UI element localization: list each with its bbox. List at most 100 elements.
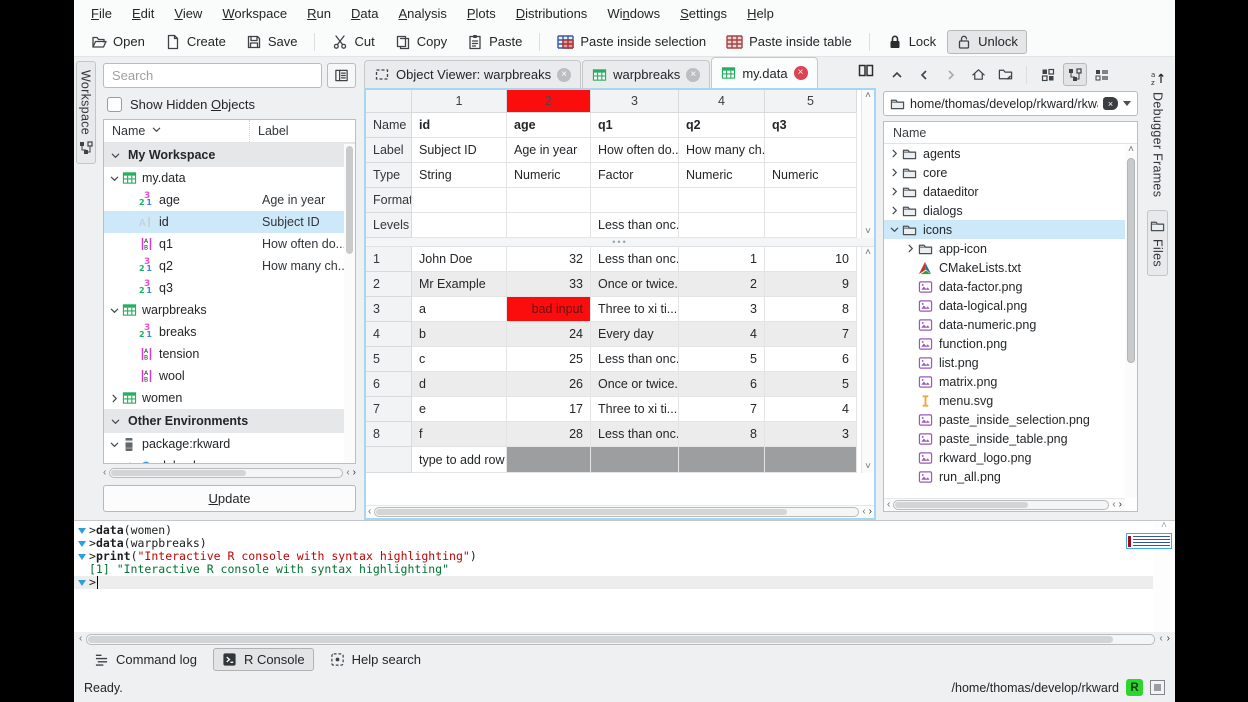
console-hscrollbar[interactable]: ‹ ‹ › — [74, 632, 1175, 646]
document-tab-object-viewer-warpbreaks[interactable]: Object Viewer: warpbreaks× — [364, 60, 581, 88]
row-header-1[interactable]: 1 — [366, 247, 412, 272]
file-item-run_all.png[interactable]: run_all.png — [884, 467, 1137, 486]
view-grid-button[interactable] — [1036, 63, 1060, 86]
file-item-app-icon[interactable]: app-icon — [884, 239, 1137, 258]
toolbar-cut-button[interactable]: Cut — [323, 30, 383, 54]
meta-cell[interactable]: q2 — [679, 113, 765, 138]
data-cell[interactable]: 28 — [507, 422, 591, 447]
scroll-left-icon[interactable]: ‹ — [79, 634, 82, 644]
meta-cell[interactable] — [765, 138, 857, 163]
data-cell[interactable]: 3 — [765, 422, 857, 447]
expander-chevron-right-icon[interactable] — [888, 186, 900, 197]
workspace-hscrollbar[interactable]: ‹ ‹ › — [103, 467, 356, 479]
tree-item-breaks[interactable]: 231breaks — [104, 321, 355, 343]
data-cell[interactable]: Once or twice... — [591, 272, 679, 297]
meta-cell[interactable]: String — [412, 163, 507, 188]
row-header-6[interactable]: 6 — [366, 372, 412, 397]
data-cell[interactable]: Less than onc... — [591, 347, 679, 372]
dock-tab-debugger-frames[interactable]: azDebugger Frames — [1147, 61, 1169, 206]
scroll-left-icon[interactable]: ‹ — [1159, 634, 1162, 644]
path-combobox[interactable]: home/thomas/develop/rkward/rkward/× — [883, 91, 1138, 116]
scroll-left-icon[interactable]: ‹ — [103, 468, 106, 478]
file-item-function.png[interactable]: function.png — [884, 334, 1137, 353]
data-cell[interactable]: 26 — [507, 372, 591, 397]
scroll-up-icon[interactable]: ˄ — [865, 91, 871, 101]
files-hscrollbar[interactable]: ‹ ‹ › — [884, 498, 1125, 511]
data-cell[interactable]: 24 — [507, 322, 591, 347]
dock-tab-files[interactable]: Files — [1147, 210, 1168, 276]
data-cell[interactable]: Three to xi ti... — [591, 397, 679, 422]
view-tree-button[interactable] — [1063, 63, 1087, 86]
meta-row-header-levels[interactable]: Levels — [366, 213, 412, 238]
chevron-down-icon[interactable] — [1123, 101, 1131, 106]
menu-distributions[interactable]: Distributions — [507, 3, 597, 24]
close-tab-icon[interactable]: × — [794, 66, 808, 80]
expander-chevron-right-icon[interactable] — [108, 393, 120, 404]
expander-chevron-right-icon[interactable] — [888, 148, 900, 159]
toolbar-unlock-button[interactable]: Unlock — [947, 30, 1027, 54]
scroll-up-icon[interactable]: ˄ — [1128, 145, 1134, 155]
update-button[interactable]: Update — [103, 485, 356, 512]
expander-chevron-right-icon[interactable] — [904, 243, 916, 254]
data-cell[interactable]: 1 — [679, 247, 765, 272]
toolbar-copy-button[interactable]: Copy — [386, 30, 456, 54]
meta-cell[interactable] — [507, 188, 591, 213]
scroll-down-icon[interactable]: ˅ — [865, 227, 871, 237]
data-cell[interactable]: 7 — [679, 397, 765, 422]
data-cell[interactable]: 32 — [507, 247, 591, 272]
split-icon[interactable] — [858, 63, 874, 78]
file-item-core[interactable]: core — [884, 163, 1137, 182]
data-cell[interactable]: 25 — [507, 347, 591, 372]
expander-chevron-down-icon[interactable] — [108, 305, 120, 316]
show-hidden-checkbox[interactable] — [107, 97, 122, 112]
file-item-data-factor.png[interactable]: data-factor.png — [884, 277, 1137, 296]
data-cell[interactable]: 8 — [765, 297, 857, 322]
tree-item-age[interactable]: 231ageAge in year — [104, 189, 355, 211]
scrollbar-thumb[interactable] — [376, 509, 787, 515]
data-cell[interactable]: a — [412, 297, 507, 322]
tree-item-rk.backups[interactable]: rk.backups — [104, 455, 355, 463]
meta-cell[interactable] — [679, 188, 765, 213]
workspace-vscrollbar[interactable] — [344, 144, 355, 463]
tree-section-my-workspace[interactable]: My Workspace — [104, 143, 355, 167]
data-cell[interactable]: 8 — [679, 422, 765, 447]
meta-row-header-format[interactable]: Format — [366, 188, 412, 213]
column-header-1[interactable]: 1 — [412, 90, 507, 113]
scrollbar-thumb[interactable] — [1127, 158, 1135, 363]
tree-section-other-environments[interactable]: Other Environments — [104, 409, 355, 433]
document-tab-my-data[interactable]: my.data× — [711, 57, 817, 88]
menu-plots[interactable]: Plots — [458, 3, 505, 24]
row-header-3[interactable]: 3 — [366, 297, 412, 322]
toolbar-lock-button[interactable]: Lock — [878, 30, 945, 54]
meta-cell[interactable] — [507, 213, 591, 238]
scroll-left-icon[interactable]: ‹ — [1112, 500, 1115, 510]
tool-tab-r-console[interactable]: R Console — [213, 648, 314, 671]
close-tab-icon[interactable]: × — [686, 68, 700, 82]
meta-cell[interactable]: age — [507, 113, 591, 138]
tree-item-id[interactable]: AidSubject ID — [104, 211, 355, 233]
menu-file[interactable]: File — [82, 3, 121, 24]
column-header-5[interactable]: 5 — [765, 90, 857, 113]
data-cell[interactable]: 17 — [507, 397, 591, 422]
data-cell[interactable]: 7 — [765, 322, 857, 347]
data-cell[interactable]: 4 — [679, 322, 765, 347]
file-item-CMakeLists.txt[interactable]: CMakeLists.txt — [884, 258, 1137, 277]
scrollbar-thumb[interactable] — [346, 146, 353, 254]
meta-cell[interactable] — [412, 213, 507, 238]
expander-chevron-right-icon[interactable] — [888, 205, 900, 216]
data-cell[interactable]: bad input — [507, 297, 591, 322]
row-header-2[interactable]: 2 — [366, 272, 412, 297]
close-tab-icon[interactable]: × — [557, 68, 571, 82]
meta-cell[interactable]: Numeric — [507, 163, 591, 188]
data-cell[interactable]: e — [412, 397, 507, 422]
data-cell[interactable]: f — [412, 422, 507, 447]
tree-item-my.data[interactable]: my.data — [104, 167, 355, 189]
meta-cell[interactable]: q1 — [591, 113, 679, 138]
search-input[interactable] — [103, 63, 322, 88]
data-cell[interactable]: 6 — [679, 372, 765, 397]
tree-item-q3[interactable]: 231q3 — [104, 277, 355, 299]
file-item-matrix.png[interactable]: matrix.png — [884, 372, 1137, 391]
row-header-5[interactable]: 5 — [366, 347, 412, 372]
scroll-up-icon[interactable]: ˄ — [1161, 521, 1167, 531]
editor-hscrollbar[interactable]: ‹ ‹ › — [366, 505, 874, 518]
